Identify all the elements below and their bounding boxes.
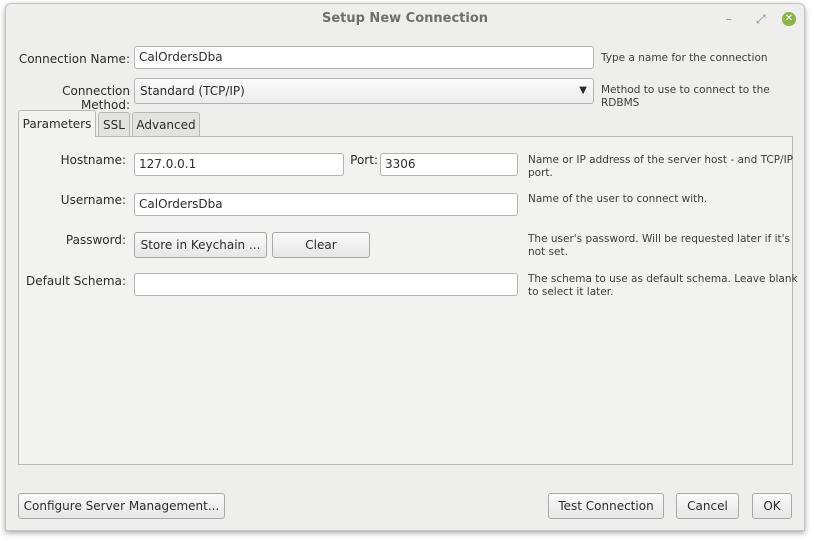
port-label: Port: <box>350 153 378 167</box>
port-input[interactable]: 3306 <box>380 153 518 176</box>
minimize-icon[interactable]: – <box>726 4 732 34</box>
default-schema-hint-line1: The schema to use as default schema. Lea… <box>528 273 798 285</box>
default-schema-input[interactable] <box>134 273 518 296</box>
ok-button[interactable]: OK <box>752 493 792 519</box>
hostname-label: Hostname: <box>60 153 126 167</box>
tab-advanced[interactable]: Advanced <box>132 112 200 137</box>
connection-name-hint: Type a name for the connection <box>601 52 768 64</box>
connection-method-value: Standard (TCP/IP) <box>140 84 245 98</box>
tab-parameters[interactable]: Parameters <box>18 110 96 137</box>
default-schema-hint-line2: to select it later. <box>528 286 614 298</box>
close-icon[interactable]: ✕ <box>782 12 796 26</box>
parameters-panel <box>18 136 793 465</box>
password-hint-line1: The user's password. Will be requested l… <box>528 233 790 245</box>
test-connection-button[interactable]: Test Connection <box>548 493 664 519</box>
connection-method-label: Connection Method: <box>62 84 130 112</box>
dropdown-arrow-icon: ▼ <box>579 85 587 96</box>
hostname-hint-line2: port. <box>528 167 553 179</box>
username-input[interactable]: CalOrdersDba <box>134 193 518 216</box>
window-title: Setup New Connection <box>321 11 489 26</box>
store-in-keychain-button[interactable]: Store in Keychain ... <box>134 232 267 258</box>
connection-name-input[interactable]: CalOrdersDba <box>134 46 594 69</box>
configure-server-management-button[interactable]: Configure Server Management... <box>18 493 225 519</box>
connection-method-select[interactable]: Standard (TCP/IP) ▼ <box>134 78 594 104</box>
clear-password-button[interactable]: Clear <box>272 232 370 258</box>
username-hint: Name of the user to connect with. <box>528 193 708 205</box>
setup-connection-dialog: Setup New Connection – ⤢ ✕ Connection Na… <box>5 3 805 531</box>
connection-name-label: Connection Name: <box>18 52 130 66</box>
password-label: Password: <box>65 233 126 247</box>
connection-method-hint: Method to use to connect to the RDBMS <box>601 84 770 109</box>
password-hint-line2: not set. <box>528 246 568 258</box>
maximize-icon[interactable]: ⤢ <box>756 4 766 34</box>
default-schema-label: Default Schema: <box>26 274 126 288</box>
username-label: Username: <box>60 193 126 207</box>
tab-ssl[interactable]: SSL <box>98 112 130 137</box>
hostname-input[interactable]: 127.0.0.1 <box>134 153 344 176</box>
hostname-hint-line1: Name or IP address of the server host - … <box>528 154 794 166</box>
cancel-button[interactable]: Cancel <box>676 493 739 519</box>
